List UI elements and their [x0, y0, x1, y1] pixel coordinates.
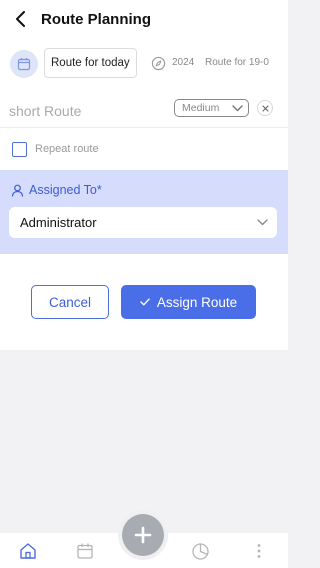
user-icon [11, 184, 24, 197]
back-button[interactable] [10, 8, 32, 30]
assigned-to-label: Assigned To* [29, 183, 102, 197]
assign-route-label: Assign Route [156, 294, 238, 310]
nav-reports[interactable] [190, 541, 210, 561]
route-description: Route for 19-0 [205, 57, 269, 68]
date-picker-button[interactable] [10, 50, 38, 78]
nav-calendar[interactable] [75, 541, 95, 561]
app-header: Route Planning [0, 0, 288, 38]
calendar-icon [77, 543, 93, 559]
priority-value: Medium [182, 102, 220, 114]
assignee-value: Administrator [20, 215, 97, 230]
close-icon [261, 104, 269, 112]
route-year: 2024 [172, 57, 195, 68]
more-vertical-icon [257, 544, 261, 558]
chevron-down-icon [232, 104, 243, 111]
assignee-select[interactable]: Administrator [9, 207, 277, 238]
chevron-down-icon [257, 219, 268, 226]
route-form: Route for today 2024 Route for 19-0 shor… [0, 38, 288, 350]
route-name-chip[interactable]: Route for today [44, 48, 137, 78]
pie-chart-icon [191, 542, 209, 560]
route-type-label: short Route [9, 103, 82, 119]
add-button[interactable] [122, 514, 164, 556]
assign-route-button[interactable]: Assign Route [121, 285, 256, 319]
priority-dropdown[interactable]: Medium [174, 99, 249, 117]
assigned-to-section: Assigned To* Administrator [0, 170, 288, 254]
nav-more[interactable] [249, 541, 269, 561]
clear-priority-button[interactable] [257, 100, 273, 116]
chevron-left-icon [16, 11, 25, 27]
compass-icon [151, 56, 166, 71]
calendar-icon [17, 58, 31, 71]
page-title: Route Planning [41, 10, 151, 28]
route-chip-row[interactable]: Route for today 2024 Route for 19-0 [0, 46, 288, 82]
divider [0, 127, 288, 128]
check-icon [140, 298, 150, 306]
assigned-to-header: Assigned To* [11, 183, 102, 197]
cancel-button[interactable]: Cancel [31, 285, 109, 319]
repeat-route-label: Repeat route [35, 143, 99, 155]
nav-home[interactable] [18, 541, 38, 561]
add-icon [134, 526, 152, 544]
repeat-route-checkbox[interactable] [12, 142, 27, 157]
home-icon [20, 543, 36, 559]
